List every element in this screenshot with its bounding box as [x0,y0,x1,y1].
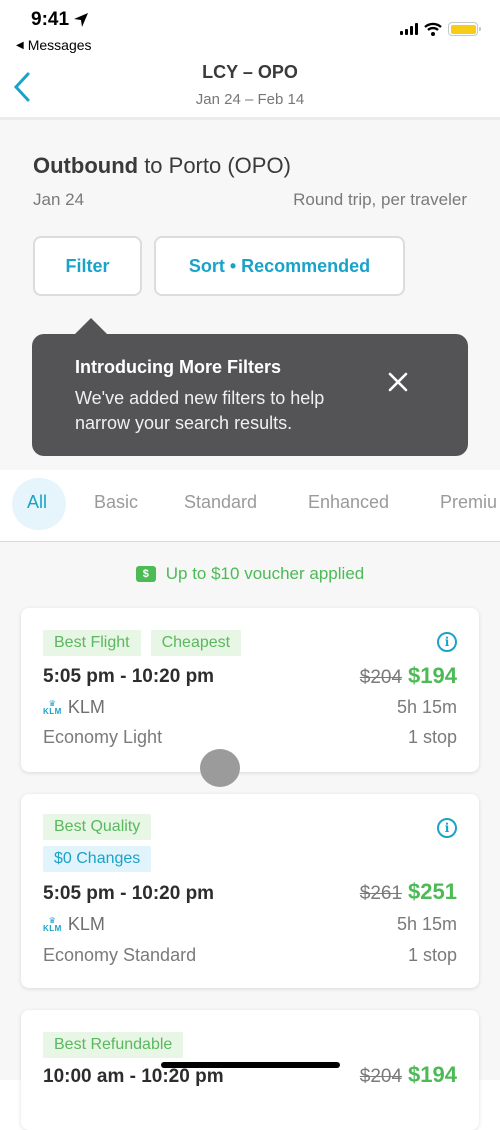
discounted-price: $194 [408,663,457,688]
tab-enhanced[interactable]: Enhanced [308,492,389,513]
outbound-date: Jan 24 [33,190,85,209]
original-price: $261 [359,883,403,904]
outbound-label: Outbound [33,153,139,178]
tooltip-body: We've added new filters to help narrow y… [75,388,325,433]
trip-type: Round trip, per traveler [293,190,467,209]
fare-class: Economy Light [43,727,163,747]
price: $261 $251 [360,879,457,905]
airline-name: KLM [67,914,105,934]
price: $204 $194 [360,1062,457,1088]
route-dates: Jan 24 – Feb 14 [195,91,305,108]
flight-card[interactable]: Best Refundable 10:00 am - 10:20 pm $204… [21,1010,479,1130]
touch-indicator [200,749,240,787]
fare-class: Economy Standard [43,945,197,965]
badge-zero-changes: $0 Changes [43,846,152,872]
back-to-messages[interactable]: ◀ Messages [16,37,92,53]
voucher-icon: $ [135,566,156,582]
close-icon[interactable] [386,370,410,394]
status-icons [400,22,481,36]
info-icon[interactable]: i [437,818,457,838]
battery-icon [448,22,481,36]
voucher-banner: $ Up to $10 voucher applied [0,564,500,584]
discounted-price: $251 [408,879,457,904]
klm-logo-icon: ♛ KLM [43,698,62,716]
airline: ♛ KLM KLM [43,914,105,935]
route-title: LCY – OPO [202,62,298,82]
filter-button[interactable]: Filter [33,236,142,296]
badge-best-quality: Best Quality [43,814,152,840]
signal-icon [400,23,418,35]
status-time: 9:41 [31,9,89,31]
flight-times: 10:00 am - 10:20 pm [43,1066,224,1087]
discounted-price: $194 [408,1062,457,1087]
tab-standard[interactable]: Standard [184,492,257,513]
tooltip-arrow [75,318,107,334]
flight-times: 5:05 pm - 10:20 pm [43,883,215,904]
badge-cheapest: Cheapest [150,630,242,656]
voucher-text: Up to $10 voucher applied [165,564,365,583]
klm-logo-icon: ♛ KLM [43,915,62,933]
home-indicator[interactable] [161,1062,340,1068]
tab-premium[interactable]: Premiu [440,492,497,513]
tab-all[interactable]: All [27,492,47,513]
duration: 5h 15m [396,697,457,717]
airline-name: KLM [67,697,105,717]
flight-card[interactable]: Best Quality $0 Changes i 5:05 pm - 10:2… [21,794,479,988]
stops: 1 stop [407,945,457,965]
info-icon[interactable]: i [437,632,457,652]
outbound-title: Outbound to Porto (OPO) [33,153,291,179]
price: $204 $194 [360,663,457,689]
sort-button[interactable]: Sort • Recommended [154,236,405,296]
original-price: $204 [359,667,403,688]
tooltip-title: Introducing More Filters [75,357,282,377]
duration: 5h 15m [396,914,457,934]
location-arrow-icon [74,13,89,27]
back-to-messages-label: Messages [27,37,92,53]
airline: ♛ KLM KLM [43,697,105,718]
badge-best-refundable: Best Refundable [43,1032,184,1058]
flight-times: 5:05 pm - 10:20 pm [43,666,215,687]
wifi-icon [424,22,442,36]
tab-basic[interactable]: Basic [94,492,138,513]
stops: 1 stop [407,727,457,747]
destination-label: to Porto (OPO) [138,153,291,178]
badge-best-flight: Best Flight [43,630,141,656]
back-triangle-icon: ◀ [16,39,24,51]
flight-card[interactable]: Best Flight Cheapest i 5:05 pm - 10:20 p… [21,608,479,772]
clock: 9:41 [31,9,70,30]
original-price: $204 [359,1066,403,1087]
